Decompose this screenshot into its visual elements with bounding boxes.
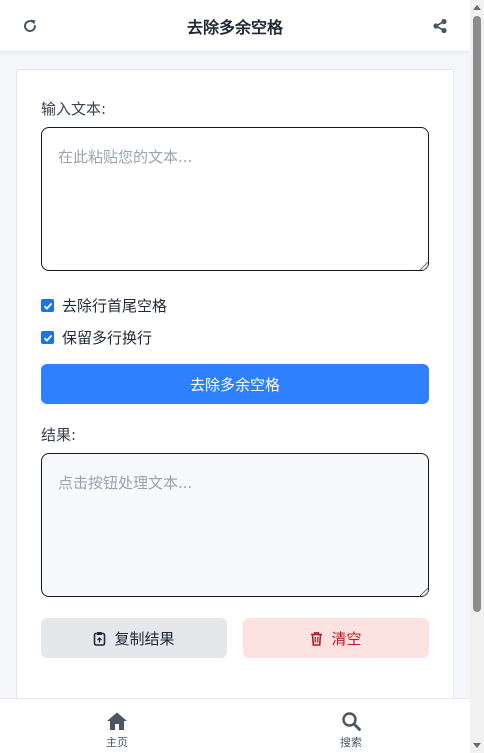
nav-search-label: 搜索 [340,736,362,749]
bottom-nav: 主页 搜索 [0,698,470,753]
trash-icon [311,631,323,646]
search-icon [342,712,361,731]
trim-option[interactable]: 去除行首尾空格 [41,295,167,316]
home-icon [107,712,127,730]
scroll-thumb[interactable] [473,16,481,612]
clear-button[interactable]: 清空 [243,618,429,658]
input-label: 输入文本: [41,100,107,118]
trim-option-label: 去除行首尾空格 [62,297,168,315]
scrollbar[interactable] [470,0,484,753]
keep-linebreaks-option[interactable]: 保留多行换行 [41,327,152,348]
copy-result-button[interactable]: 复制结果 [41,618,227,658]
clear-label: 清空 [331,629,362,648]
top-bar: 去除多余空格 [0,0,470,52]
clipboard-icon [94,631,106,646]
page-title: 去除多余空格 [186,17,283,37]
share-icon[interactable] [430,16,450,36]
keep-linebreaks-checkbox[interactable] [41,331,54,344]
scroll-up-arrow-icon[interactable] [473,5,481,10]
app-root: 去除多余空格 输入文本: 去除行首尾空格 保留多行换行 [0,0,484,753]
refresh-icon[interactable] [20,16,40,36]
keep-linebreaks-label: 保留多行换行 [62,329,153,347]
nav-home[interactable]: 主页 [77,711,157,750]
copy-result-label: 复制结果 [114,629,175,648]
main-card: 输入文本: 去除行首尾空格 保留多行换行 去除多余空格 结果: 复制结果 [16,69,454,709]
result-textarea[interactable] [41,453,429,597]
nav-home-label: 主页 [106,736,128,749]
scroll-down-arrow-icon[interactable] [473,743,481,748]
input-textarea[interactable] [41,127,429,271]
result-label: 结果: [41,426,77,444]
trim-checkbox[interactable] [41,299,54,312]
remove-spaces-button[interactable]: 去除多余空格 [41,364,429,404]
nav-search[interactable]: 搜索 [311,711,391,750]
